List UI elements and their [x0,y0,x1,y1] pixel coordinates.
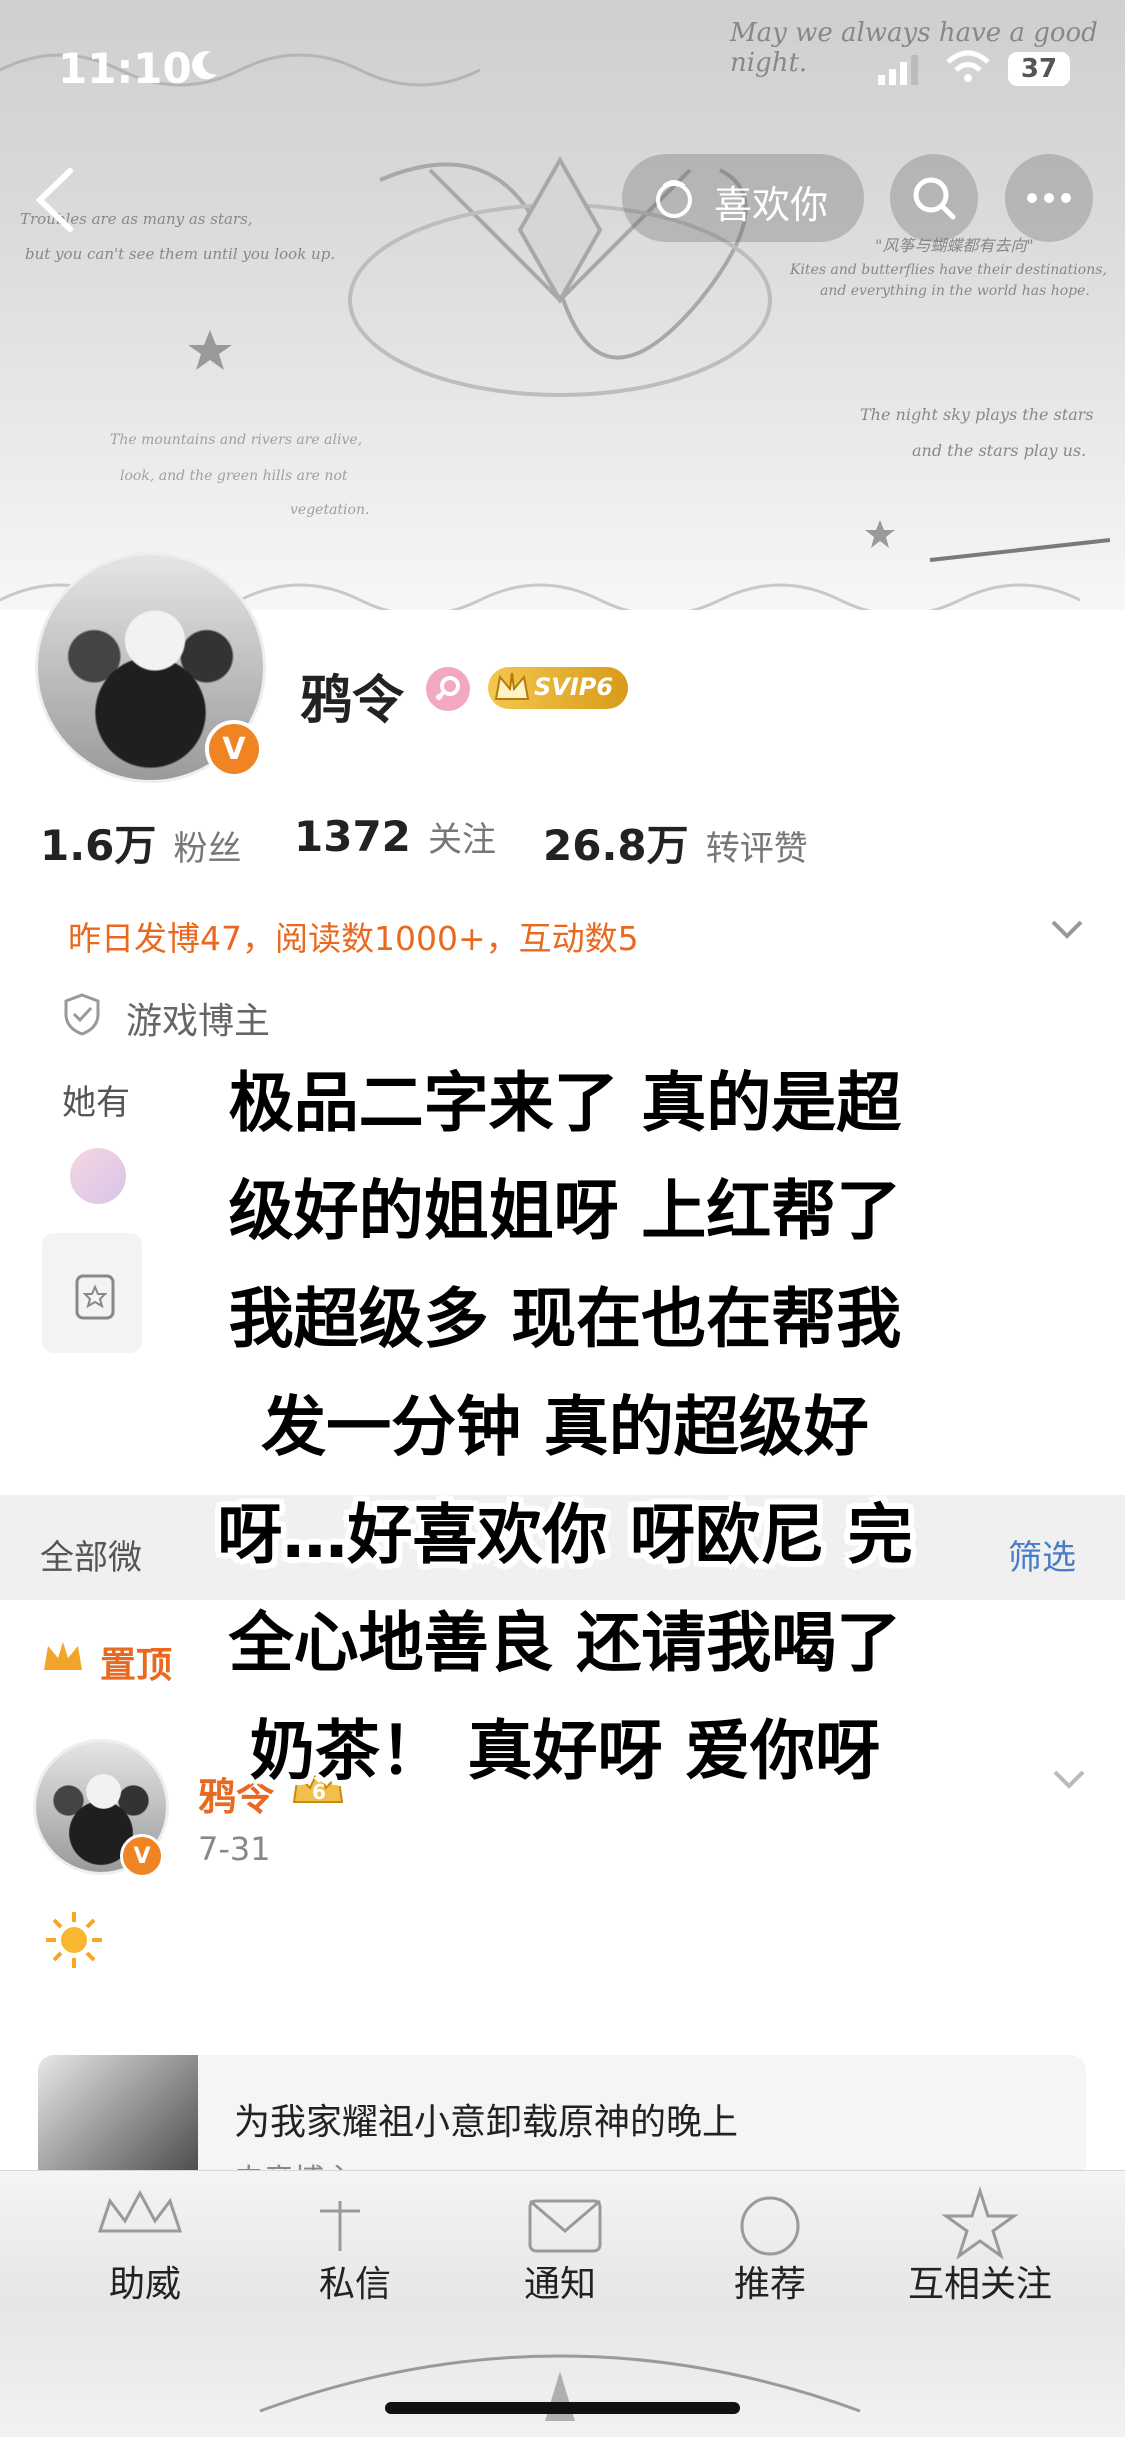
overlay-line: 奶茶！ 真好呀 爱你呀 [249,1714,881,1789]
mutual-avatar[interactable] [70,1148,126,1204]
banner-text: The night sky plays the stars [860,405,1094,424]
stat-number: 1.6万 [40,821,157,870]
banner-text: vegetation. [290,502,370,518]
like-label: 喜欢你 [714,183,829,227]
banner-text: and the stars play us. [912,441,1087,460]
activity-summary: 昨日发博47，阅读数1000+，互动数5 [68,919,639,958]
status-time: 11:10 [58,44,192,93]
chevron-down-icon[interactable] [1052,1768,1086,1792]
stat-following[interactable]: 1372 关注 [294,812,496,861]
moon-icon [192,51,217,80]
female-icon [426,667,470,711]
banner-text: Kites and butterflies have their destina… [790,262,1107,278]
tab-mutual-follow[interactable]: 互相关注 [895,2255,1065,2307]
photo-album-icon [75,1274,115,1320]
verified-badge-icon: V [120,1834,164,1878]
banner-text: and everything in the world has hope. [820,283,1090,299]
tab-notifications[interactable]: 通知 [505,2255,615,2307]
tab-cheer[interactable]: 助威 [90,2255,200,2307]
tab-all-posts[interactable]: 全部微 [40,1530,142,1579]
overlay-line: 呀…好喜欢你 呀欧尼 完 [217,1498,913,1573]
signal-icon [878,55,918,85]
overlay-line: 发一分钟 真的超级好 [261,1390,869,1465]
home-indicator [385,2402,740,2414]
more-icon [1027,193,1071,203]
back-icon[interactable] [30,165,80,235]
like-button[interactable]: 喜欢你 [622,154,864,242]
stat-number: 1372 [294,812,411,861]
battery-indicator: 37 [1008,52,1070,86]
banner-text: The mountains and rivers are alive, [110,432,363,448]
wifi-icon [946,50,990,82]
tab-messages[interactable]: 私信 [300,2255,410,2307]
stat-label: 关注 [428,820,496,860]
crown-icon [494,672,530,700]
more-button[interactable] [1005,154,1093,242]
sun-icon [46,1912,102,1968]
search-button[interactable] [890,154,978,242]
overlay-line: 极品二字来了 真的是超 [228,1066,902,1141]
shield-icon [64,993,100,1036]
chevron-down-icon[interactable] [1050,918,1084,942]
banner-text: look, and the green hills are not [120,468,348,484]
album-card[interactable] [42,1233,142,1353]
tab-recommend[interactable]: 推荐 [715,2255,825,2307]
svip-badge[interactable]: SVIP6 [488,667,628,709]
search-icon [913,177,956,220]
crown-icon [44,1642,82,1670]
svip-label: SVIP6 [534,673,614,701]
banner-text: but you can't see them until you look up… [25,245,336,263]
overlay-line: 我超级多 现在也在帮我 [228,1282,902,1357]
stat-interactions[interactable]: 26.8万 转评赞 [543,812,808,873]
overlay-line: 全心地善良 还请我喝了 [228,1606,902,1681]
like-icon [656,180,692,218]
profile-name: 鸦令 [300,671,405,731]
stat-label: 粉丝 [173,829,242,869]
overlay-line: 级好的姐姐呀 上红帮了 [228,1174,902,1249]
filter-button[interactable]: 筛选 [1008,1530,1076,1579]
stat-followers[interactable]: 1.6万 粉丝 [40,812,242,873]
stat-number: 26.8万 [543,821,689,870]
profile-tag: 游戏博主 [126,1001,271,1042]
she-has-label: 她有 [62,1083,130,1123]
stat-label: 转评赞 [705,829,808,869]
overlay-caption: 极品二字来了 真的是超 级好的姐姐呀 上红帮了 我超级多 现在也在帮我 发一分钟… [140,1050,990,1806]
shared-post-title: 为我家耀祖小意卸载原神的晚上 [234,2102,739,2143]
verified-badge-icon: V [205,720,263,778]
post-date: 7-31 [198,1830,271,1868]
